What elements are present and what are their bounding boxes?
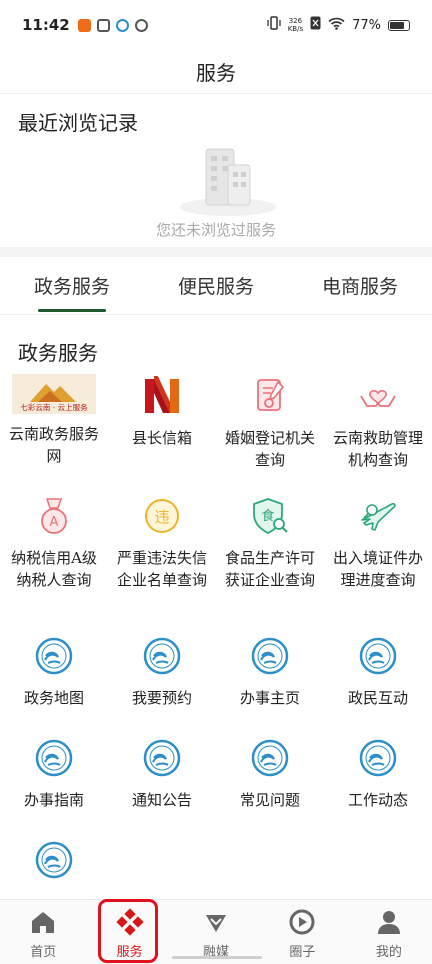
relief-hands-heart-icon — [356, 374, 400, 418]
gov-service-grid: 七彩云南 · 云上服务 云南政务服务网 县长信箱 婚姻登记机关查询 云南救助管理… — [0, 370, 432, 894]
service-dishonest-enterprise-list[interactable]: 违 严重违法失信企业名单查询 — [108, 490, 216, 630]
service-label: 严重违法失信企业名单查询 — [116, 549, 207, 589]
no-sim-icon — [310, 16, 321, 34]
service-label: 常见问题 — [239, 791, 300, 809]
service-label: 办事主页 — [239, 689, 300, 707]
tab-convenience-services[interactable]: 便民服务 — [144, 257, 288, 314]
user-icon — [375, 908, 403, 936]
nav-label: 我的 — [375, 945, 402, 960]
service-label: 婚姻登记机关查询 — [224, 429, 315, 469]
gov-emblem-icon — [140, 634, 184, 678]
status-right: 326 KB/s 77% — [267, 16, 410, 34]
gov-emblem-icon — [248, 736, 292, 780]
net-speed: 326 KB/s — [288, 17, 303, 33]
service-guide[interactable]: 办事指南 — [0, 732, 108, 834]
battery-percent: 77% — [352, 17, 381, 33]
gov-emblem-icon — [356, 736, 400, 780]
service-appointment[interactable]: 我要预约 — [108, 630, 216, 732]
marriage-registry-icon — [248, 374, 292, 418]
notification-app-icon — [115, 18, 129, 32]
service-label: 云南救助管理机构查询 — [332, 429, 423, 469]
service-relief-agency[interactable]: 云南救助管理机构查询 — [324, 370, 432, 490]
service-label: 县长信箱 — [131, 429, 192, 447]
gov-emblem-icon — [32, 634, 76, 678]
service-county-mayor-mailbox[interactable]: 县长信箱 — [108, 370, 216, 490]
banner-caption: 七彩云南 · 云上服务 — [20, 402, 88, 412]
tab-gov-services[interactable]: 政务服务 — [0, 257, 144, 314]
airplane-search-icon — [356, 494, 400, 538]
yunnan-gov-banner-icon: 七彩云南 · 云上服务 — [12, 374, 96, 414]
notification-app-icon — [96, 18, 110, 32]
service-label: 云南政务服务网 — [8, 425, 99, 465]
gov-section-title: 政务服务 — [18, 341, 98, 365]
service-label: 政民互动 — [347, 689, 408, 707]
county-mayor-mailbox-icon — [140, 374, 184, 418]
tax-medal-icon: A — [32, 494, 76, 538]
gov-emblem-icon — [32, 736, 76, 780]
nav-home[interactable]: 首页 — [0, 900, 86, 964]
gov-emblem-icon — [356, 634, 400, 678]
gov-emblem-icon — [248, 634, 292, 678]
empty-state-text: 您还未浏览过服务 — [155, 221, 276, 239]
net-speed-value: 326 — [288, 17, 303, 25]
gov-emblem-icon — [32, 838, 76, 882]
violation-badge-icon: 违 — [140, 494, 184, 538]
service-marriage-registry[interactable]: 婚姻登记机关查询 — [216, 370, 324, 490]
service-item[interactable] — [0, 834, 108, 894]
recent-title: 最近浏览记录 — [18, 111, 138, 135]
violation-badge-char: 违 — [154, 508, 169, 526]
notification-app-icon — [77, 18, 91, 32]
service-label: 办事指南 — [23, 791, 84, 809]
service-gov-map[interactable]: 政务地图 — [0, 630, 108, 732]
nav-label: 首页 — [30, 945, 57, 960]
nav-media[interactable]: 融媒 — [173, 900, 259, 964]
status-time: 11:42 — [22, 16, 70, 34]
nav-circle[interactable]: 圈子 — [259, 900, 345, 964]
service-tax-credit-query[interactable]: A 纳税信用A级纳税人查询 — [0, 490, 108, 630]
service-label: 食品生产许可获证企业查询 — [224, 549, 315, 589]
wifi-icon — [328, 17, 345, 34]
service-food-license-query[interactable]: 食 食品生产许可获证企业查询 — [216, 490, 324, 630]
service-label: 政务地图 — [23, 689, 84, 707]
service-faq[interactable]: 常见问题 — [216, 732, 324, 834]
home-icon — [29, 908, 57, 936]
recent-section: 最近浏览记录 您还未浏览过服务 — [0, 95, 432, 247]
empty-buildings-icon — [178, 147, 278, 217]
service-tabs: 政务服务 便民服务 电商服务 — [0, 257, 432, 315]
net-speed-unit: KB/s — [287, 25, 304, 33]
service-label: 工作动态 — [347, 791, 408, 809]
food-license-shield-icon: 食 — [248, 494, 292, 538]
service-work-updates[interactable]: 工作动态 — [324, 732, 432, 834]
home-indicator — [172, 956, 262, 959]
status-bar: 11:42 326 KB/s 77% — [0, 0, 432, 50]
service-label: 出入境证件办理进度查询 — [332, 549, 423, 589]
nav-label: 圈子 — [289, 945, 316, 960]
service-affairs-home[interactable]: 办事主页 — [216, 630, 324, 732]
page-title: 服务 — [0, 50, 432, 94]
food-badge-char: 食 — [261, 508, 274, 524]
gov-emblem-icon — [140, 736, 184, 780]
service-exit-entry-progress[interactable]: 出入境证件办理进度查询 — [324, 490, 432, 630]
bottom-nav: 首页 服务 融媒 圈子 我的 — [0, 899, 432, 964]
service-label: 我要预约 — [131, 689, 192, 707]
battery-icon — [388, 19, 410, 31]
notification-app-icon — [134, 18, 148, 32]
svg-text:A: A — [50, 515, 59, 530]
tab-ecommerce-services[interactable]: 电商服务 — [288, 257, 432, 314]
circle-play-icon — [288, 908, 316, 936]
service-yunnan-gov-portal[interactable]: 七彩云南 · 云上服务 云南政务服务网 — [0, 370, 108, 490]
vibrate-icon — [267, 16, 281, 34]
service-gov-citizen-interaction[interactable]: 政民互动 — [324, 630, 432, 732]
media-gem-icon — [202, 908, 230, 936]
service-label: 纳税信用A级纳税人查询 — [11, 549, 97, 589]
section-divider — [0, 247, 432, 257]
service-notices[interactable]: 通知公告 — [108, 732, 216, 834]
nav-mine[interactable]: 我的 — [346, 900, 432, 964]
highlight-box — [98, 899, 158, 963]
service-label: 通知公告 — [131, 791, 192, 809]
